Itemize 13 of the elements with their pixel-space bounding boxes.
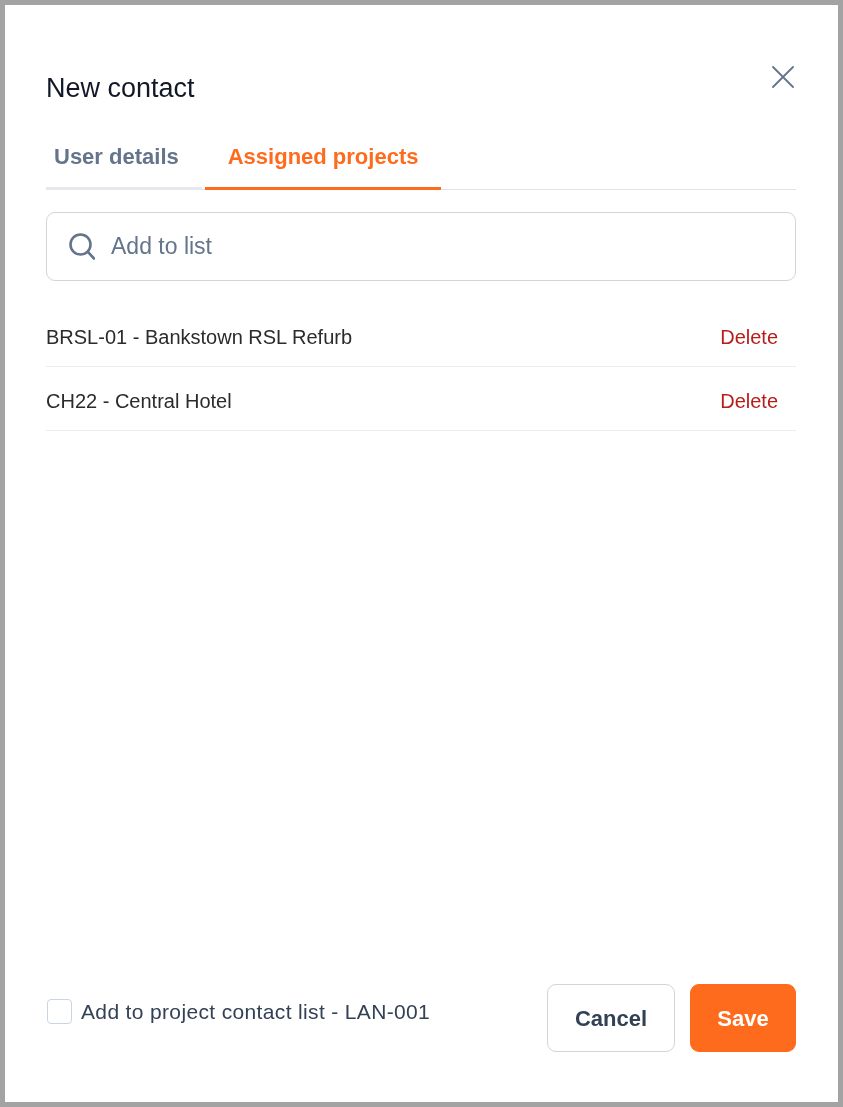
checkbox-label[interactable]: Add to project contact list - LAN-001 bbox=[81, 996, 431, 1028]
delete-link[interactable]: Delete bbox=[720, 381, 778, 416]
delete-link[interactable]: Delete bbox=[720, 317, 778, 352]
dialog-title: New contact bbox=[46, 72, 195, 105]
close-icon bbox=[772, 66, 794, 88]
search-icon bbox=[69, 233, 95, 260]
tab[interactable]: User details bbox=[46, 139, 202, 190]
search-field[interactable]: Add to list bbox=[46, 212, 796, 281]
project-name: BRSL-01 - Bankstown RSL Refurb bbox=[46, 324, 353, 350]
close-button[interactable] bbox=[772, 66, 794, 88]
project-name: CH22 - Central Hotel bbox=[46, 388, 232, 414]
cancel-button[interactable]: Cancel bbox=[547, 984, 675, 1052]
checkbox[interactable] bbox=[47, 999, 72, 1025]
